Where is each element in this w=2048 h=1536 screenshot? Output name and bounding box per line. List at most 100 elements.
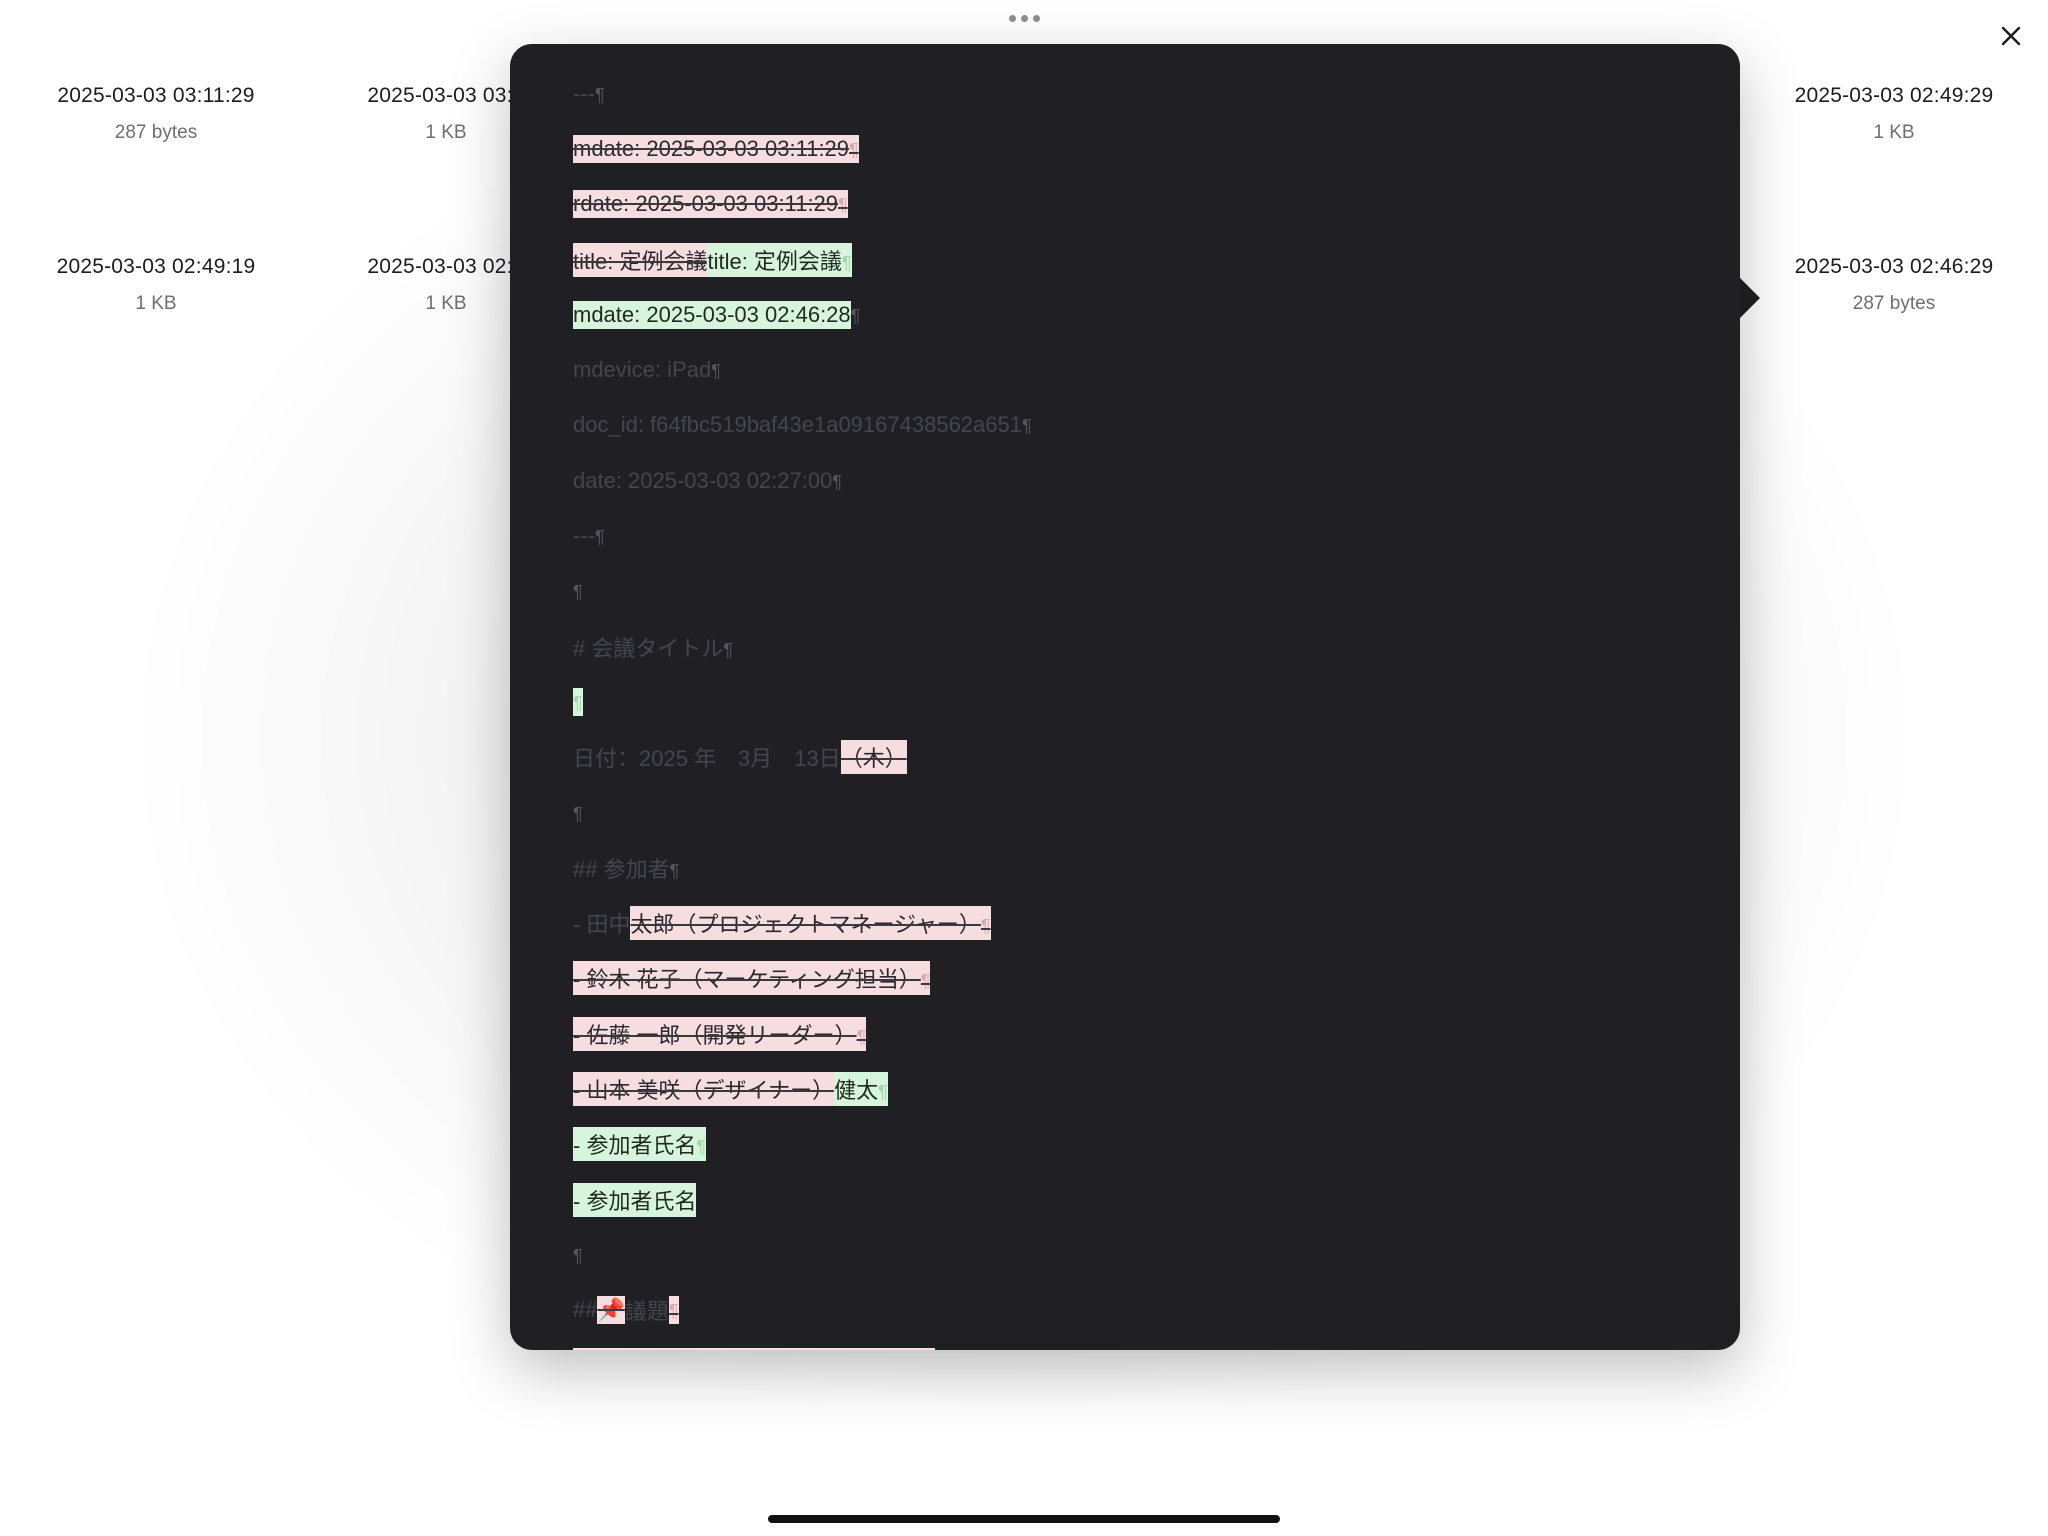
diff-inserted-text: - 参加者氏名 xyxy=(573,1182,697,1217)
diff-text: # 会議タイトル¶ xyxy=(573,630,733,664)
version-size: 287 bytes xyxy=(1852,293,1936,314)
diff-segment-text: 健太 xyxy=(834,1077,879,1103)
pilcrow-mark: ¶ xyxy=(573,803,583,824)
version-size: 1 KB xyxy=(1873,122,1915,143)
diff-segment-text: --- xyxy=(573,80,595,106)
diff-line: - 鈴木 花子（マーケティング担当）¶ xyxy=(573,951,1700,1006)
diff-content[interactable]: ---¶ mdate: 2025-03-03 03:11:29¶ rdate: 20… xyxy=(573,66,1700,1350)
diff-segment-text: rdate: 2025-03-03 03:11:29 xyxy=(573,191,839,217)
diff-line: 新規プロジェクトの進捗状況の確認¶ xyxy=(573,1338,1700,1350)
diff-line: title: 定例会議 title: 定例会議¶ xyxy=(573,232,1700,287)
version-size: 1 KB xyxy=(135,293,177,314)
pilcrow-mark: ¶ xyxy=(573,582,583,603)
diff-line: - 山本 美咲（デザイナー） 健太¶ xyxy=(573,1061,1700,1116)
diff-line: rdate: 2025-03-03 03:11:29¶ xyxy=(573,177,1700,232)
version-date: 2025-03-03 02:49:29 xyxy=(1794,84,1994,107)
diff-text: ¶ xyxy=(573,1241,583,1269)
diff-deleted-text: 新規プロジェクトの進捗状況の確認¶ xyxy=(573,1348,935,1350)
pilcrow-mark: ¶ xyxy=(594,527,605,548)
diff-segment-text: 太郎（プロジェクトマネージャー） xyxy=(630,912,981,938)
diff-segment-text: （木） xyxy=(840,746,907,772)
diff-segment-text: date: 2025-03-03 02:27:00 xyxy=(573,467,833,493)
pilcrow-mark: ¶ xyxy=(838,195,848,216)
pilcrow-mark: ¶ xyxy=(920,971,931,992)
diff-segment-text: - 山本 美咲（デザイナー） xyxy=(573,1077,835,1103)
diff-text: ¶ xyxy=(851,301,861,329)
diff-deleted-text: rdate: 2025-03-03 03:11:29¶ xyxy=(573,190,848,219)
diff-deleted-text: 太郎（プロジェクトマネージャー）¶ xyxy=(630,906,991,941)
diff-text: ## xyxy=(573,1296,597,1324)
version-item-selected[interactable]: 2025-03-03 02:46:29 287 bytes xyxy=(1764,255,2024,315)
diff-deleted-text: （木） xyxy=(840,740,907,775)
diff-text: date: 2025-03-03 02:27:00¶ xyxy=(573,467,842,495)
pilcrow-mark: ¶ xyxy=(856,1026,867,1047)
version-item[interactable]: 2025-03-03 03:11:29 287 bytes xyxy=(26,84,286,144)
pilcrow-mark: ¶ xyxy=(696,1137,707,1158)
diff-text: doc_id: f64fbc519baf43e1a09167438562a651… xyxy=(573,411,1032,439)
diff-text: ---¶ xyxy=(573,522,605,550)
pilcrow-mark: ¶ xyxy=(832,471,842,492)
pilcrow-mark: ¶ xyxy=(850,305,861,326)
diff-segment-text: ## 参加者 xyxy=(573,856,670,882)
pilcrow-mark: ¶ xyxy=(594,84,605,105)
diff-segment-text: title: 定例会議 xyxy=(573,248,708,274)
diff-deleted-text: ¶ xyxy=(668,1296,679,1325)
diff-line: ¶ xyxy=(573,785,1700,840)
diff-text: ¶ xyxy=(573,577,583,605)
diff-segment-text: 📌 xyxy=(597,1297,625,1323)
diff-segment-text: --- xyxy=(573,523,595,549)
diff-line: doc_id: f64fbc519baf43e1a09167438562a651… xyxy=(573,398,1700,453)
diff-line: date: 2025-03-03 02:27:00¶ xyxy=(573,453,1700,508)
diff-segment-text: title: 定例会議 xyxy=(707,248,842,274)
diff-line: ¶ xyxy=(573,564,1700,619)
diff-segment-text: - 鈴木 花子（マーケティング担当） xyxy=(573,967,921,993)
more-options-handle[interactable] xyxy=(1008,12,1040,24)
diff-text: - 田中 xyxy=(573,906,630,940)
version-size: 287 bytes xyxy=(114,122,198,143)
diff-segment-text: # 会議タイトル xyxy=(573,635,724,661)
diff-deleted-text: - 山本 美咲（デザイナー） xyxy=(573,1071,835,1106)
pilcrow-mark: ¶ xyxy=(668,1301,679,1322)
diff-line: # 会議タイトル¶ xyxy=(573,619,1700,674)
diff-text: 議題 xyxy=(625,1293,669,1327)
pilcrow-mark: ¶ xyxy=(841,252,852,273)
diff-segment-text: ## xyxy=(573,1297,598,1323)
diff-segment-text: mdate: 2025-03-03 03:11:29 xyxy=(573,135,850,161)
pilcrow-mark: ¶ xyxy=(573,1245,583,1266)
diff-segment-text: - 佐藤 一郎（開発リーダー） xyxy=(573,1022,857,1048)
pilcrow-mark: ¶ xyxy=(573,692,583,713)
diff-line: - 参加者氏名 xyxy=(573,1172,1700,1227)
diff-popover[interactable]: ---¶ mdate: 2025-03-03 03:11:29¶ rdate: 20… xyxy=(510,44,1740,1350)
diff-segment-text: mdevice: iPad xyxy=(573,357,712,383)
diff-line: 日付：2025 年 3月 13日 （木） xyxy=(573,730,1700,785)
diff-line: ## 参加者¶ xyxy=(573,840,1700,895)
version-item[interactable]: 2025-03-03 02:49:19 1 KB xyxy=(26,255,286,315)
diff-line: ---¶ xyxy=(573,508,1700,563)
home-indicator[interactable] xyxy=(768,1515,1280,1523)
diff-segment-text: 議題 xyxy=(624,1299,669,1325)
close-button[interactable] xyxy=(1995,20,2027,52)
pilcrow-mark: ¶ xyxy=(980,916,991,937)
diff-segment-text: doc_id: f64fbc519baf43e1a09167438562a651 xyxy=(573,412,1022,438)
diff-inserted-text: - 参加者氏名¶ xyxy=(573,1127,707,1162)
diff-line: ## 📌 議題 ¶ xyxy=(573,1283,1700,1338)
diff-line: mdate: 2025-03-03 02:46:28 ¶ xyxy=(573,287,1700,342)
pilcrow-mark: ¶ xyxy=(723,639,734,660)
version-date: 2025-03-03 02:46:29 xyxy=(1794,255,1994,278)
diff-deleted-text: mdate: 2025-03-03 03:11:29¶ xyxy=(573,134,859,163)
diff-line: mdate: 2025-03-03 03:11:29¶ xyxy=(573,121,1700,176)
pilcrow-mark: ¶ xyxy=(711,361,721,382)
diff-line: - 参加者氏名¶ xyxy=(573,1117,1700,1172)
diff-line: ¶ xyxy=(573,674,1700,729)
diff-line: - 田中 太郎（プロジェクトマネージャー）¶ xyxy=(573,895,1700,950)
diff-line: - 佐藤 一郎（開発リーダー）¶ xyxy=(573,1006,1700,1061)
diff-inserted-text: mdate: 2025-03-03 02:46:28 xyxy=(573,300,851,329)
version-item[interactable]: 2025-03-03 02:49:29 1 KB xyxy=(1764,84,2024,144)
pilcrow-mark: ¶ xyxy=(849,139,859,160)
diff-segment-text: - 田中 xyxy=(573,912,631,938)
diff-deleted-text: - 佐藤 一郎（開発リーダー）¶ xyxy=(573,1016,867,1051)
diff-inserted-text: ¶ xyxy=(573,687,583,716)
diff-text: mdevice: iPad¶ xyxy=(573,356,721,384)
diff-deleted-text: title: 定例会議 xyxy=(573,242,708,277)
diff-segment-text: mdate: 2025-03-03 02:46:28 xyxy=(573,301,851,327)
